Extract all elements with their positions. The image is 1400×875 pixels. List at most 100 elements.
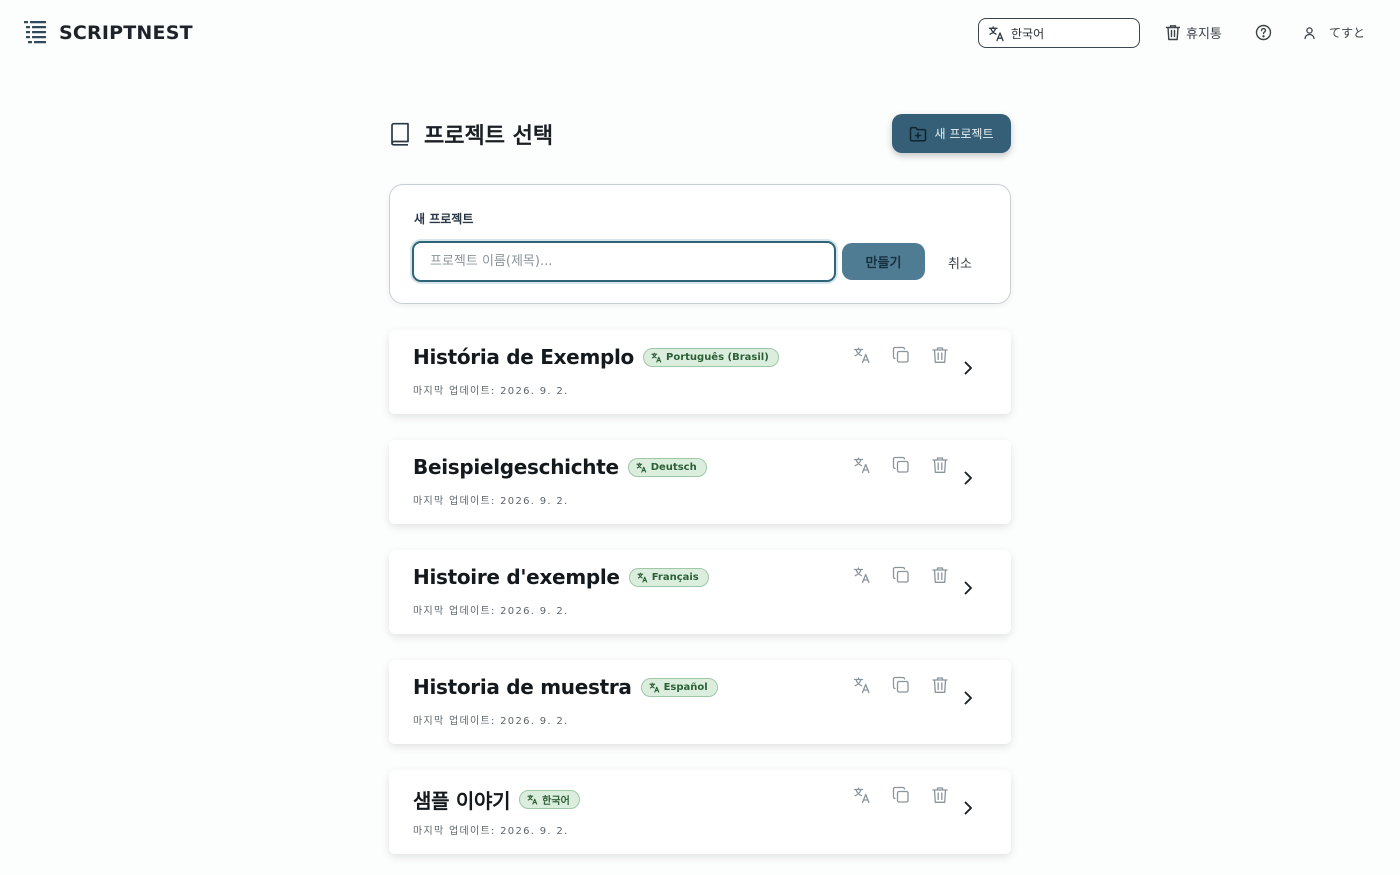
language-badge: Español [640, 677, 718, 697]
project-title-row: 샘플 이야기 한국어 [413, 785, 580, 814]
open-project-button[interactable] [962, 470, 974, 486]
delete-button[interactable] [931, 676, 949, 694]
last-updated: 마지막 업데이트: 2026. 9. 2. [413, 496, 569, 507]
project-name: Histoire d'exemple [413, 565, 620, 589]
duplicate-button[interactable] [892, 786, 910, 804]
script-list-icon [24, 21, 46, 44]
project-card[interactable]: 샘플 이야기 한국어 마지막 업데이트: 2026. 9. 2. [389, 770, 1011, 854]
translate-icon [853, 457, 870, 474]
language-badge-label: Português (Brasil) [666, 351, 769, 363]
create-project-form: 새 프로젝트 만들기 취소 [389, 184, 1011, 304]
brand[interactable]: SCRIPTNEST [24, 20, 193, 46]
project-card[interactable]: Historia de muestra Español 마지막 업데이트: 20… [389, 660, 1011, 744]
delete-button[interactable] [931, 566, 949, 584]
translate-button[interactable] [853, 456, 871, 474]
app-header: SCRIPTNEST 한국어 휴지통 てすと [0, 0, 1400, 66]
trash-icon [932, 347, 948, 363]
user-menu[interactable]: てすと [1302, 24, 1365, 41]
duplicate-button[interactable] [892, 676, 910, 694]
open-project-button[interactable] [962, 800, 974, 816]
delete-button[interactable] [931, 786, 949, 804]
user-name: てすと [1329, 26, 1366, 40]
trash-icon [932, 457, 948, 473]
copy-icon [892, 566, 909, 583]
chevron-right-icon [964, 581, 972, 595]
translate-icon [853, 347, 870, 364]
language-badge: Français [628, 567, 709, 587]
trash-link[interactable]: 휴지통 [1165, 23, 1222, 42]
translate-button[interactable] [853, 566, 871, 584]
user-icon [1304, 26, 1315, 39]
translate-icon [527, 794, 538, 805]
last-updated: 마지막 업데이트: 2026. 9. 2. [413, 606, 569, 617]
project-name: História de Exemplo [413, 345, 634, 369]
trash-icon [932, 787, 948, 803]
new-project-button-label: 새 프로젝트 [934, 127, 994, 141]
duplicate-button[interactable] [892, 456, 910, 474]
project-title-row: Historia de muestra Español [413, 675, 718, 699]
last-updated: 마지막 업데이트: 2026. 9. 2. [413, 826, 569, 837]
folder-plus-icon [910, 126, 927, 141]
chevron-right-icon [964, 361, 972, 375]
translate-icon [988, 25, 1004, 41]
translate-icon [853, 787, 870, 804]
cancel-button[interactable]: 취소 [948, 253, 972, 272]
page-title: 프로젝트 선택 [424, 124, 554, 149]
translate-icon [636, 462, 646, 473]
new-project-button[interactable]: 새 프로젝트 [892, 114, 1011, 153]
language-badge: Deutsch [627, 457, 707, 477]
copy-icon [892, 676, 909, 693]
help-circle-icon [1255, 24, 1272, 41]
open-project-button[interactable] [962, 360, 974, 376]
create-form-label: 새 프로젝트 [414, 212, 474, 226]
translate-icon [651, 352, 662, 363]
trash-icon [932, 567, 948, 583]
project-title-row: Histoire d'exemple Français [413, 565, 709, 589]
project-name: Historia de muestra [413, 675, 632, 699]
last-updated: 마지막 업데이트: 2026. 9. 2. [413, 386, 569, 397]
book-icon [391, 122, 409, 146]
duplicate-button[interactable] [892, 566, 910, 584]
trash-icon [932, 677, 948, 693]
translate-icon [637, 572, 647, 583]
translate-button[interactable] [853, 676, 871, 694]
project-card[interactable]: Beispielgeschichte Deutsch 마지막 업데이트: 202… [389, 440, 1011, 524]
project-card[interactable]: História de Exemplo Português (Brasil) 마… [389, 330, 1011, 414]
create-button[interactable]: 만들기 [842, 243, 925, 280]
language-select-value: 한국어 [1011, 26, 1045, 41]
open-project-button[interactable] [962, 580, 974, 596]
help-button[interactable] [1255, 24, 1272, 41]
translate-button[interactable] [853, 346, 871, 364]
language-badge-label: Deutsch [650, 461, 697, 473]
project-name: Beispielgeschichte [413, 455, 619, 479]
translate-icon [853, 567, 870, 584]
trash-label: 휴지통 [1186, 27, 1222, 42]
project-title-row: História de Exemplo Português (Brasil) [413, 345, 779, 369]
project-title-row: Beispielgeschichte Deutsch [413, 455, 707, 479]
language-badge-label: Español [663, 681, 708, 693]
language-badge: Português (Brasil) [643, 347, 779, 367]
translate-button[interactable] [853, 786, 871, 804]
project-name: 샘플 이야기 [413, 789, 511, 813]
chevron-right-icon [964, 801, 972, 815]
open-project-button[interactable] [962, 690, 974, 706]
language-select[interactable]: 한국어 [978, 18, 1140, 48]
delete-button[interactable] [931, 346, 949, 364]
chevron-right-icon [964, 691, 972, 705]
copy-icon [892, 456, 909, 473]
translate-icon [853, 677, 870, 694]
project-name-input[interactable] [412, 241, 836, 282]
title-row: 프로젝트 선택 새 프로젝트 [389, 114, 1011, 154]
translate-icon [648, 682, 659, 693]
brand-name: SCRIPTNEST [59, 22, 193, 44]
copy-icon [892, 346, 909, 363]
page-title-wrap: 프로젝트 선택 [389, 118, 553, 150]
copy-icon [892, 786, 909, 803]
language-badge-label: Français [651, 571, 699, 583]
language-badge: 한국어 [519, 790, 580, 809]
chevron-right-icon [964, 471, 972, 485]
project-card[interactable]: Histoire d'exemple Français 마지막 업데이트: 20… [389, 550, 1011, 634]
delete-button[interactable] [931, 456, 949, 474]
duplicate-button[interactable] [892, 346, 910, 364]
last-updated: 마지막 업데이트: 2026. 9. 2. [413, 716, 569, 727]
